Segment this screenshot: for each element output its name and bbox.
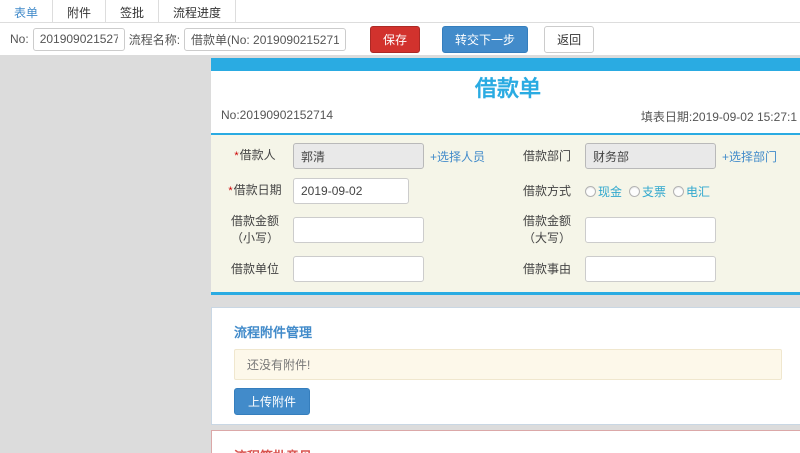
attachments-section: 流程附件管理 还没有附件! 上传附件 bbox=[211, 307, 800, 425]
tab-attachments[interactable]: 附件 bbox=[53, 0, 107, 22]
borrower-label: *借款人 bbox=[234, 148, 276, 162]
borrow-reason-input[interactable] bbox=[585, 256, 716, 282]
top-header: 表单 附件 签批 流程进度 No: 流程名称: 保存 转交下一步 返回 bbox=[0, 0, 800, 55]
amount-lower-label: 借款金额（小写） bbox=[230, 214, 279, 245]
amount-upper-input[interactable] bbox=[585, 217, 716, 243]
radio-cash[interactable]: 现金 bbox=[585, 183, 622, 200]
tab-form[interactable]: 表单 bbox=[0, 0, 54, 22]
required-mark: * bbox=[228, 185, 233, 197]
department-input[interactable] bbox=[585, 143, 716, 169]
borrow-reason-label: 借款事由 bbox=[522, 261, 571, 276]
no-attachments-alert: 还没有附件! bbox=[234, 349, 782, 380]
no-input[interactable] bbox=[32, 27, 125, 51]
upload-attachment-button[interactable]: 上传附件 bbox=[234, 388, 311, 415]
borrow-unit-label: 借款单位 bbox=[230, 261, 279, 276]
form-meta-row: No:20190902152714 填表日期:2019-09-02 15:27:… bbox=[215, 108, 800, 129]
attachments-heading: 流程附件管理 bbox=[234, 325, 313, 340]
form-title: 借款单 bbox=[474, 76, 541, 101]
radio-check-label: 支票 bbox=[642, 184, 667, 199]
borrower-input[interactable] bbox=[293, 143, 424, 169]
form-fill-date: 填表日期:2019-09-02 15:27:1 bbox=[640, 110, 797, 124]
radio-cash-label: 现金 bbox=[598, 184, 623, 199]
process-name-input[interactable] bbox=[184, 27, 347, 51]
radio-wire-label: 电汇 bbox=[686, 184, 711, 199]
borrow-unit-input[interactable] bbox=[293, 256, 424, 282]
form-fields: *借款人 +选择人员 借款部门 +选择部门 *借款日期 借款方式 现金 bbox=[211, 135, 800, 295]
process-name-label: 流程名称: bbox=[128, 32, 181, 47]
amount-lower-input[interactable] bbox=[293, 217, 424, 243]
form-doc-no: No:20190902152714 bbox=[221, 108, 334, 122]
tab-process-progress[interactable]: 流程进度 bbox=[159, 0, 237, 22]
borrow-date-label: *借款日期 bbox=[228, 183, 282, 197]
borrow-method-label: 借款方式 bbox=[522, 183, 571, 198]
radio-icon[interactable] bbox=[585, 185, 596, 197]
form-top-accent-bar bbox=[211, 58, 800, 71]
select-department-link[interactable]: +选择部门 bbox=[722, 148, 777, 165]
loan-form-card: 借款单 No:20190902152714 填表日期:2019-09-02 15… bbox=[211, 58, 800, 295]
back-button[interactable]: 返回 bbox=[544, 25, 595, 53]
required-mark: * bbox=[234, 150, 239, 162]
approval-opinions-section: 流程签批意见 B I abc ⚑ ” 样式 bbox=[211, 430, 800, 453]
amount-upper-label: 借款金额（大写） bbox=[522, 214, 571, 245]
radio-wire[interactable]: 电汇 bbox=[673, 183, 710, 200]
tab-bar: 表单 附件 签批 流程进度 bbox=[0, 0, 800, 23]
radio-icon[interactable] bbox=[629, 185, 641, 197]
forward-next-step-button[interactable]: 转交下一步 bbox=[442, 25, 529, 53]
borrow-date-input[interactable] bbox=[293, 178, 409, 204]
save-button[interactable]: 保存 bbox=[370, 25, 421, 53]
radio-icon[interactable] bbox=[673, 185, 685, 197]
tab-approval[interactable]: 签批 bbox=[106, 0, 160, 22]
action-toolbar: No: 流程名称: 保存 转交下一步 返回 bbox=[0, 23, 800, 55]
approval-opinions-heading: 流程签批意见 bbox=[234, 446, 782, 453]
no-label: No: bbox=[10, 32, 29, 46]
department-label: 借款部门 bbox=[522, 148, 571, 163]
radio-check[interactable]: 支票 bbox=[629, 183, 666, 200]
borrow-method-options: 现金 支票 电汇 bbox=[585, 183, 799, 200]
form-header: 借款单 No:20190902152714 填表日期:2019-09-02 15… bbox=[211, 71, 800, 135]
select-person-link[interactable]: +选择人员 bbox=[430, 148, 485, 165]
main-panel: 借款单 No:20190902152714 填表日期:2019-09-02 15… bbox=[211, 58, 800, 453]
